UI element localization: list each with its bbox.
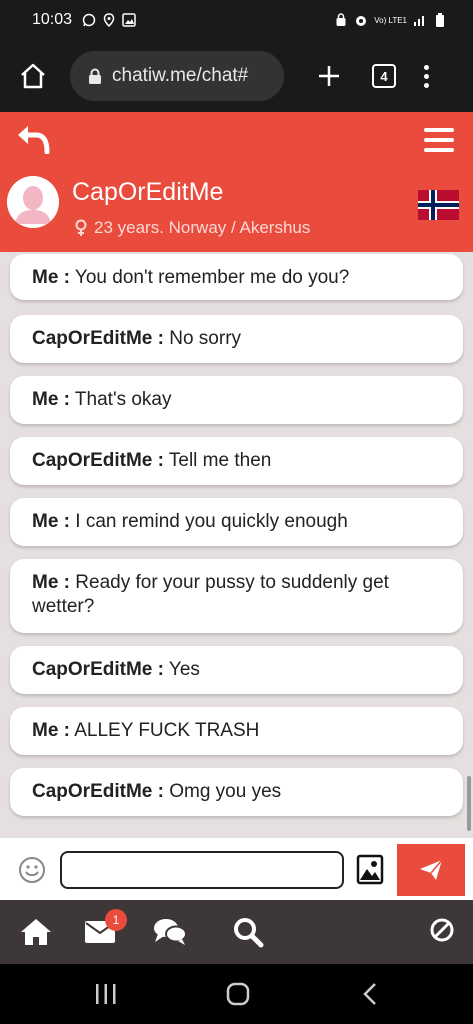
message-sender: Me : <box>32 511 70 532</box>
message-text: You don't remember me do you? <box>70 267 350 288</box>
status-time: 10:03 <box>32 11 73 28</box>
message-bubble: CapOrEditMe : Tell me then <box>10 437 463 485</box>
message-sender: Me : <box>32 720 70 741</box>
signal-icon <box>413 13 427 27</box>
system-nav-bar <box>0 964 473 1024</box>
chat-header: CapOrEditMe 23 years. Norway / Akershus <box>0 112 473 252</box>
app-bottom-nav: 1 <box>0 900 473 964</box>
tab-switcher-button[interactable]: 4 <box>372 64 396 88</box>
smiley-icon <box>19 857 45 883</box>
mail-badge: 1 <box>105 909 127 931</box>
battery-icon <box>433 13 447 27</box>
message-list[interactable]: Me : You don't remember me do you? CapOr… <box>0 252 473 837</box>
message-text: Omg you yes <box>163 781 282 802</box>
nav-search-button[interactable] <box>230 914 266 950</box>
plus-icon <box>319 66 339 86</box>
browser-home-button[interactable] <box>18 61 48 91</box>
url-bar[interactable]: chatiw.me/chat# <box>70 51 284 101</box>
url-text: chatiw.me/chat# <box>112 65 249 86</box>
nav-chats-button[interactable] <box>152 914 188 950</box>
send-image-button[interactable] <box>354 853 386 885</box>
dot-icon <box>423 64 429 70</box>
message-input-bar <box>0 837 473 900</box>
home-icon <box>21 919 51 945</box>
message-bubble: CapOrEditMe : Omg you yes <box>10 768 463 816</box>
alarm-lock-icon <box>334 13 348 27</box>
new-tab-button[interactable] <box>316 63 342 89</box>
back-button[interactable] <box>16 124 52 155</box>
message-bubble: CapOrEditMe : Yes <box>10 646 463 694</box>
emoji-button[interactable] <box>18 856 46 884</box>
message-bubble: Me : You don't remember me do you? <box>10 254 463 300</box>
nav-home-button[interactable] <box>18 914 54 950</box>
search-icon <box>234 918 264 948</box>
system-home-button[interactable] <box>225 982 251 1006</box>
message-text: I can remind you quickly enough <box>70 511 348 532</box>
message-bubble: Me : That's okay <box>10 376 463 424</box>
hamburger-line <box>424 148 454 152</box>
female-symbol-icon <box>75 219 87 236</box>
home-icon <box>21 63 45 89</box>
message-text: That's okay <box>70 389 172 410</box>
female-avatar-icon <box>7 176 59 228</box>
message-text: ALLEY FUCK TRASH <box>70 720 260 741</box>
message-input[interactable] <box>60 851 344 889</box>
system-back-button[interactable] <box>360 982 380 1006</box>
message-bubble: Me : Ready for your pussy to suddenly ge… <box>10 559 463 633</box>
dot-icon <box>423 73 429 79</box>
location-icon <box>102 13 116 27</box>
message-bubble: Me : I can remind you quickly enough <box>10 498 463 546</box>
status-icons-right: Vo) LTE1 <box>334 13 447 27</box>
avatar[interactable] <box>7 176 59 228</box>
message-sender: CapOrEditMe : <box>32 781 164 802</box>
menu-button[interactable] <box>424 128 454 152</box>
nav-block-button[interactable] <box>424 912 460 948</box>
norway-flag-icon <box>418 190 459 220</box>
message-text: Yes <box>163 659 200 680</box>
alarm-icon <box>354 13 368 27</box>
image-icon <box>356 854 384 885</box>
message-sender: Me : <box>32 267 70 288</box>
reply-arrow-icon <box>18 126 50 155</box>
recent-apps-button[interactable] <box>94 982 118 1006</box>
whatsapp-icon <box>82 13 96 27</box>
message-sender: CapOrEditMe : <box>32 328 164 349</box>
user-meta-text: 23 years. Norway / Akershus <box>94 218 311 237</box>
send-button[interactable] <box>397 844 465 896</box>
status-icons-left <box>82 13 136 27</box>
message-sender: Me : <box>32 572 70 593</box>
block-icon <box>430 918 454 942</box>
message-text: Ready for your pussy to suddenly get wet… <box>32 572 389 617</box>
message-text: Tell me then <box>163 450 272 471</box>
hamburger-line <box>424 138 454 142</box>
message-bubble: CapOrEditMe : No sorry <box>10 315 463 363</box>
chat-bubbles-icon <box>154 919 187 945</box>
hamburger-line <box>424 128 454 132</box>
dot-icon <box>423 82 429 88</box>
message-sender: CapOrEditMe : <box>32 450 164 471</box>
network-label: Vo) LTE1 <box>374 15 407 25</box>
chevron-left-icon <box>363 983 376 1005</box>
browser-menu-button[interactable] <box>422 64 430 88</box>
message-bubble: Me : ALLEY FUCK TRASH <box>10 707 463 755</box>
paper-plane-icon <box>420 859 443 880</box>
message-text: No sorry <box>163 328 242 349</box>
user-meta: 23 years. Norway / Akershus <box>74 218 310 238</box>
scrollbar-thumb[interactable] <box>467 776 471 831</box>
home-circle-icon <box>226 982 250 1006</box>
status-bar: 10:03 Vo) LTE1 <box>0 0 473 40</box>
gallery-icon <box>122 13 136 27</box>
browser-toolbar: chatiw.me/chat# 4 <box>0 40 473 112</box>
lock-icon <box>88 68 102 84</box>
recent-apps-icon <box>96 984 116 1004</box>
chat-username: CapOrEditMe <box>72 178 224 206</box>
message-sender: Me : <box>32 389 70 410</box>
message-sender: CapOrEditMe : <box>32 659 164 680</box>
